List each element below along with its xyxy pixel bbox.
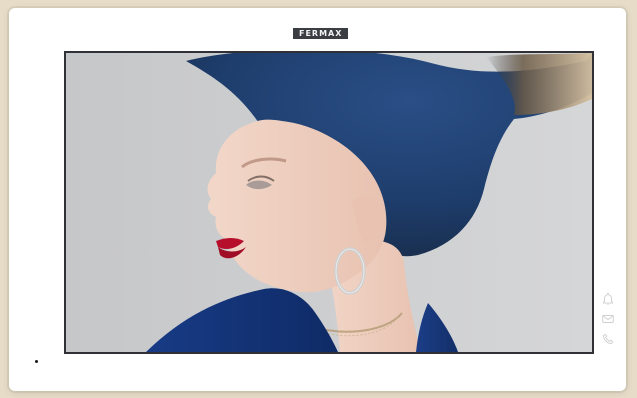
phone-icon[interactable] [601, 332, 615, 346]
brand-logo: FERMAX [293, 28, 349, 39]
mail-icon[interactable] [601, 312, 615, 326]
status-led [35, 360, 38, 363]
portrait-photo [66, 53, 592, 352]
intercom-monitor: FERMAX [9, 8, 626, 391]
bell-icon[interactable] [601, 292, 615, 306]
side-control-icons [600, 292, 616, 346]
display-screen [64, 51, 594, 354]
